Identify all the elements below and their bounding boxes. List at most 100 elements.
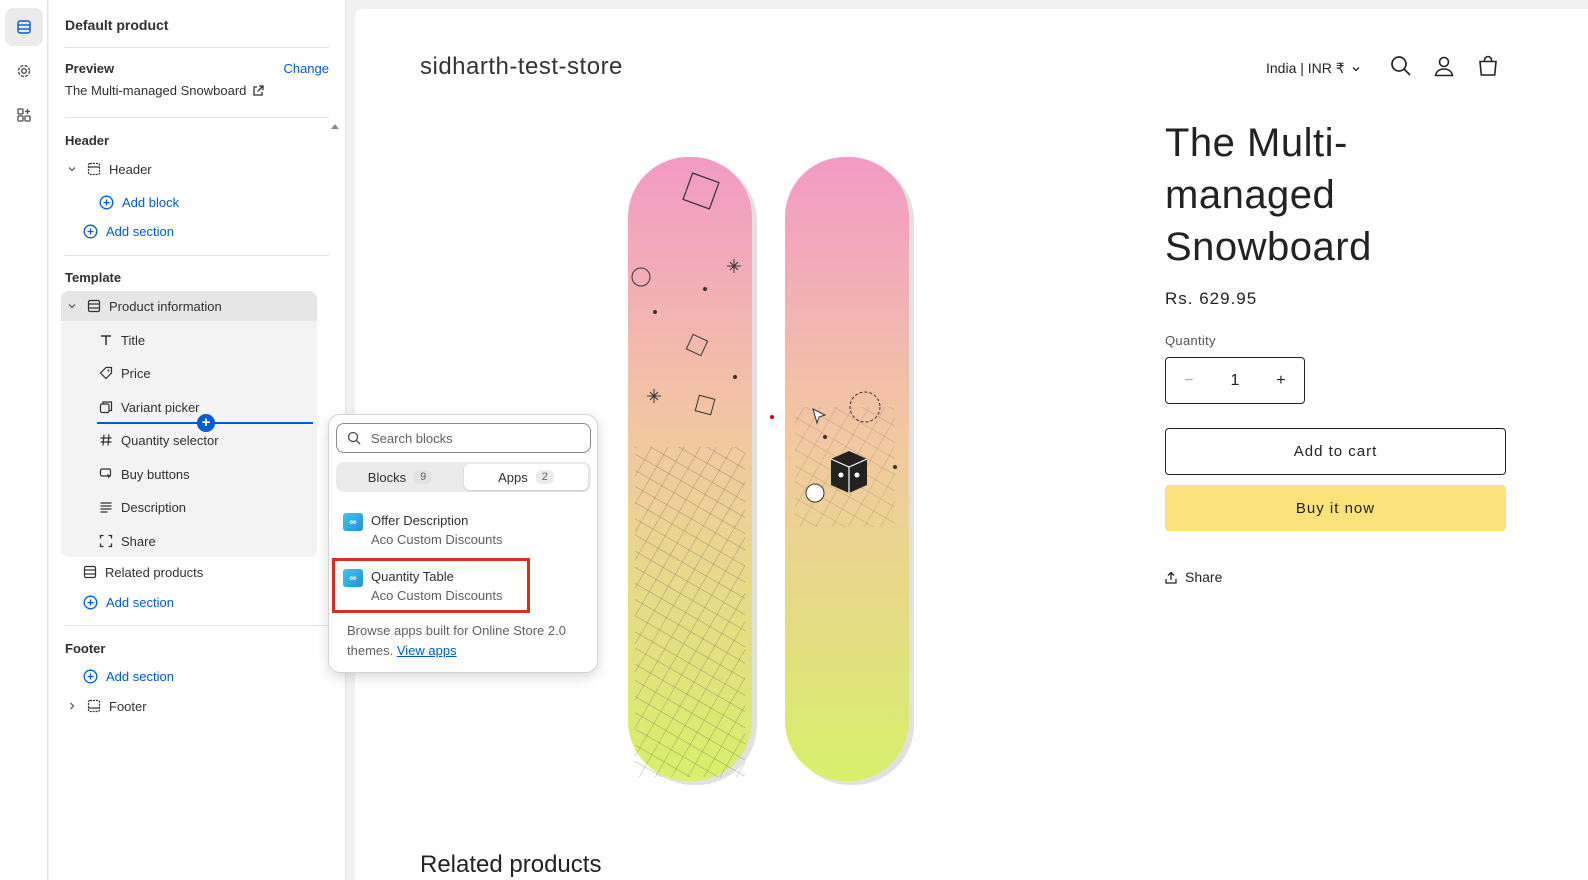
divider [65,47,329,48]
product-image-snowboards[interactable] [625,157,925,797]
increase-quantity-button[interactable]: + [1276,372,1285,390]
quantity-value[interactable]: 1 [1231,372,1240,390]
add-to-cart-button[interactable]: Add to cart [1165,428,1506,475]
add-section-label: Add section [106,223,174,239]
theme-editor: Default product Preview Change The Multi… [0,0,1588,880]
count-badge: 9 [414,470,433,484]
store-name[interactable]: sidharth-test-store [420,53,623,81]
cursor-icon [99,468,112,479]
app-vendor: Aco Custom Discounts [371,532,503,547]
section-label: Footer [109,698,147,714]
product-title: The Multi-managed Snowboard [1165,121,1372,269]
footer-section-icon [87,699,101,713]
section-label: Header [109,161,152,177]
add-section-label: Add section [106,668,174,684]
header-group-title: Header [65,133,110,148]
blocks-apps-tabs: Blocks 9 Apps 2 [336,462,591,492]
external-link-icon [253,84,265,96]
plus-circle-icon [83,595,98,609]
block-label: Price [121,365,151,381]
app-block-name: Offer Description [371,513,469,528]
snowboard-right [785,157,914,785]
add-section-label: Add section [106,594,174,610]
align-left-icon [100,502,112,513]
tab-label: Blocks [367,469,407,485]
section-label: Product information [109,298,222,314]
plus-circle-icon [99,195,114,209]
block-label: Quantity selector [121,432,219,448]
plus-circle-icon [83,224,98,238]
section-product-information[interactable]: Product information [65,292,222,320]
chevron-down-icon[interactable] [65,301,79,311]
decrease-quantity-button[interactable]: − [1184,372,1193,390]
tab-label: Apps [498,469,528,485]
add-section-button[interactable]: Add section [83,217,174,245]
section-related-products[interactable]: Related products [83,558,203,586]
share-icon [1165,571,1177,584]
variant-icon [99,401,113,414]
product-price: Rs. 629.95 [1165,289,1258,308]
divider [65,255,329,256]
section-label: Related products [105,564,204,580]
plus-circle-icon [83,669,98,683]
text-icon [101,335,111,345]
apps-icon [17,108,31,122]
search-icon [347,431,361,445]
view-apps-link[interactable]: View apps [397,643,457,658]
sections-sidebar: Default product Preview Change The Multi… [49,0,346,880]
block-buy-buttons[interactable]: Buy buttons [99,460,190,488]
divider [65,117,329,118]
block-quantity-selector[interactable]: Quantity selector [99,426,219,454]
sections-rail-button[interactable] [5,8,43,46]
section-header[interactable]: Header [65,155,152,183]
tab-apps[interactable]: Apps 2 [464,464,588,490]
block-label: Buy buttons [121,466,190,482]
block-description[interactable]: Description [99,493,186,521]
share-label: Share [1185,569,1223,585]
chevron-right-icon[interactable] [65,701,79,711]
block-label: Description [121,499,187,515]
search-icon[interactable] [1390,55,1412,77]
block-variant-picker[interactable]: Variant picker [99,393,200,421]
price-tag-icon [99,366,113,380]
account-icon[interactable] [1433,55,1455,77]
cart-icon[interactable] [1477,55,1499,77]
block-share[interactable]: Share [99,527,156,555]
app-block-offer-description[interactable]: ∞ Offer Description Aco Custom Discounts [343,512,503,550]
section-footer[interactable]: Footer [65,692,147,720]
section-icon [87,299,101,313]
change-preview-link[interactable]: Change [283,61,329,76]
locale-selector[interactable]: India | INR ₹ [1266,60,1361,77]
tab-blocks[interactable]: Blocks 9 [338,464,462,490]
apps-rail-button[interactable] [5,96,43,134]
share-button[interactable]: Share [1165,569,1222,585]
add-section-button[interactable]: Add section [83,588,174,616]
chevron-down-icon [1352,66,1360,71]
gear-icon [17,64,31,78]
search-placeholder: Search blocks [371,430,453,446]
template-title: Default product [65,17,169,33]
preview-product-name: The Multi-managed Snowboard [65,83,247,98]
block-title[interactable]: Title [99,326,145,354]
footer-group-title: Footer [65,641,106,656]
icon-rail [0,0,48,880]
block-label: Variant picker [121,399,200,415]
hash-icon [100,434,112,446]
preview-product[interactable]: The Multi-managed Snowboard [65,83,265,98]
quantity-stepper[interactable]: − 1 + [1165,357,1305,404]
chevron-down-icon[interactable] [65,164,79,174]
settings-rail-button[interactable] [5,52,43,90]
preview-label: Preview [65,61,115,76]
scroll-up-arrow[interactable] [331,124,339,129]
buy-it-now-button[interactable]: Buy it now [1165,485,1506,531]
snowboard-left [628,157,757,785]
search-blocks-input[interactable]: Search blocks [336,423,591,453]
count-badge: 2 [535,470,554,484]
block-price[interactable]: Price [99,359,151,387]
add-block-button[interactable]: Add block [99,188,179,216]
block-label: Title [121,332,146,348]
quantity-label: Quantity [1165,333,1216,348]
related-products-heading: Related products [420,851,602,878]
add-section-button[interactable]: Add section [83,662,174,690]
header-section-icon [87,162,101,176]
